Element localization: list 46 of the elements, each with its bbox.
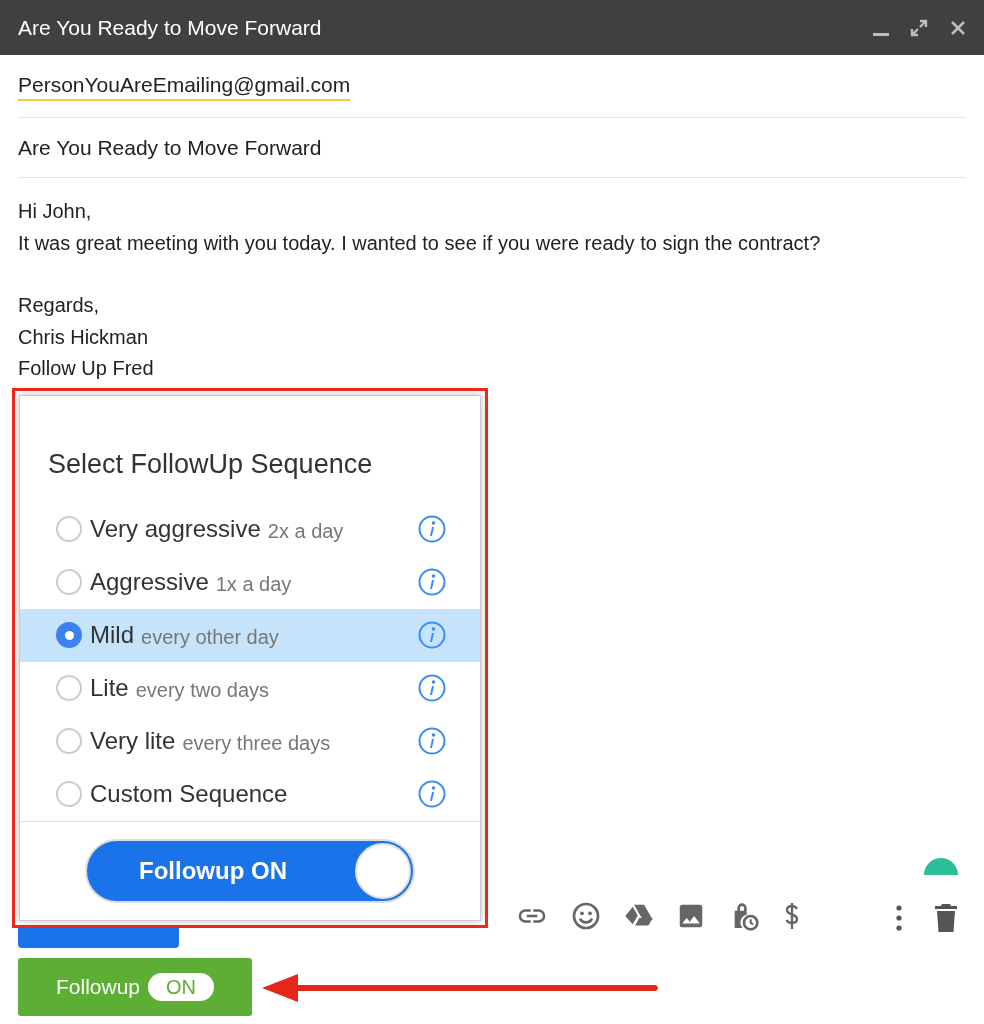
- body-text-line: It was great meeting with you today. I wanted to see if you were ready to sign the contract?: [18, 230, 821, 256]
- option-label: Lite: [90, 673, 129, 703]
- status-icon: [924, 858, 958, 875]
- body-text-line: Regards,: [18, 293, 100, 318]
- popup-title: Select FollowUp Sequence: [47, 448, 374, 481]
- body-text-line: Chris Hickman: [18, 324, 149, 350]
- more-icon[interactable]: [893, 904, 905, 932]
- followup-toggle[interactable]: Followup ON: [85, 838, 415, 903]
- smiley-icon[interactable]: [570, 900, 602, 932]
- option-frequency: every other day: [141, 624, 279, 650]
- body-text-line: Follow Up Fred: [18, 356, 154, 381]
- info-icon[interactable]: [418, 727, 446, 755]
- info-icon[interactable]: [418, 621, 446, 649]
- trash-icon[interactable]: [934, 903, 958, 933]
- info-icon[interactable]: [418, 568, 446, 596]
- sequence-option[interactable]: Mild every other day: [20, 608, 480, 662]
- option-label: Mild: [90, 620, 134, 650]
- info-icon[interactable]: [418, 515, 446, 543]
- radio-button[interactable]: [56, 516, 82, 542]
- expand-icon[interactable]: [910, 18, 928, 37]
- subject-field[interactable]: Are You Ready to Move Forward: [18, 131, 322, 164]
- option-label: Custom Sequence: [90, 779, 288, 809]
- option-frequency: every three days: [182, 730, 331, 756]
- option-label: Aggressive: [90, 567, 209, 597]
- sequence-option[interactable]: Custom Sequence: [20, 767, 480, 821]
- radio-button[interactable]: [56, 622, 82, 648]
- option-frequency: 2x a day: [267, 518, 344, 544]
- radio-button[interactable]: [56, 781, 82, 807]
- radio-button[interactable]: [56, 569, 82, 595]
- status-badge: ON: [148, 973, 214, 1001]
- sequence-option[interactable]: Aggressive 1x a day: [20, 555, 480, 609]
- sequence-option[interactable]: Very lite every three days: [20, 714, 480, 768]
- radio-button[interactable]: [56, 675, 82, 701]
- option-frequency: 1x a day: [215, 571, 292, 597]
- info-icon[interactable]: [418, 674, 446, 702]
- sequence-option[interactable]: Lite every two days: [20, 661, 480, 715]
- body-text-line: Hi John,: [18, 199, 92, 224]
- close-icon[interactable]: [950, 19, 966, 36]
- info-icon[interactable]: [418, 780, 446, 808]
- option-label: Very lite: [90, 726, 176, 756]
- window-title: Are You Ready to Move Forward: [18, 14, 323, 41]
- radio-button[interactable]: [56, 728, 82, 754]
- option-frequency: every two days: [135, 677, 270, 703]
- sequence-option[interactable]: Very aggressive 2x a day: [20, 502, 480, 556]
- recipient-address[interactable]: PersonYouAreEmailing@gmail.com: [18, 71, 351, 101]
- option-label: Very aggressive: [90, 514, 261, 544]
